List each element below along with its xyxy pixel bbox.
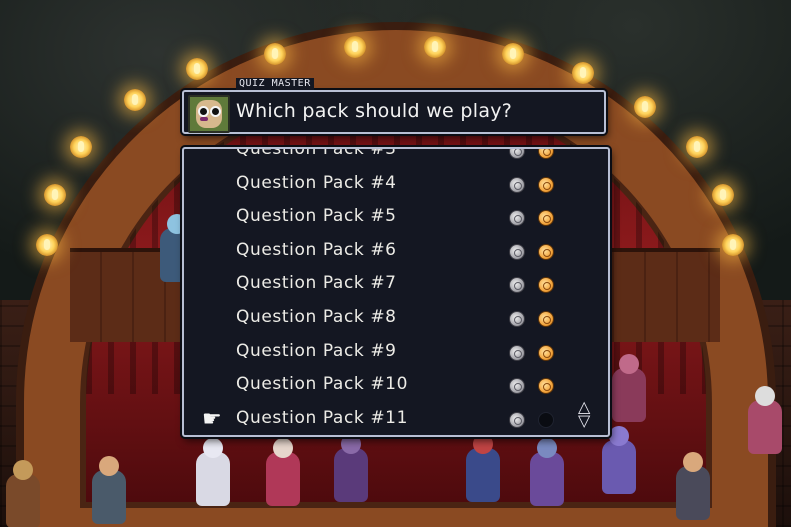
gold-medal-icon	[538, 176, 554, 193]
stage-bulb	[634, 96, 656, 118]
npc-audience	[334, 434, 368, 502]
pointing-hand-icon: ☛	[202, 407, 222, 432]
silver-medal-icon	[509, 378, 525, 395]
gold-medal-icon	[538, 310, 554, 327]
choice-label: Question Pack #11	[236, 407, 409, 428]
gold-medal-icon	[538, 277, 554, 294]
stage-bulb	[36, 234, 58, 256]
stage-bulb	[502, 43, 524, 65]
gold-medal-icon	[538, 344, 554, 361]
silver-medal-icon	[509, 411, 525, 428]
npc-audience	[6, 460, 40, 527]
portrait-eye	[210, 106, 221, 117]
npc-audience	[676, 452, 710, 520]
stage-bulb	[424, 36, 446, 58]
choice-label: Question Pack #9	[236, 340, 397, 361]
portrait-mouth	[200, 117, 208, 121]
choice-label: Question Pack #7	[236, 273, 397, 294]
empty-medal-slot-icon	[538, 411, 554, 428]
choice-list: Question Pack #3 Question Pack #4 Questi…	[184, 147, 608, 435]
silver-medal-icon	[509, 344, 525, 361]
silver-medal-icon	[509, 210, 525, 227]
npc-audience	[530, 438, 564, 506]
stage-bulb	[70, 136, 92, 158]
stage-bulb	[344, 36, 366, 58]
gold-medal-icon	[538, 149, 554, 159]
choice-item-selected[interactable]: Question Pack #11	[184, 403, 608, 435]
choice-label: Question Pack #6	[236, 239, 397, 260]
stage-bulb	[572, 62, 594, 84]
choice-label: Question Pack #4	[236, 172, 397, 193]
choice-item[interactable]: Question Pack #3	[184, 147, 608, 168]
choice-item[interactable]: Question Pack #10	[184, 369, 608, 403]
choice-label: Question Pack #10	[236, 374, 409, 395]
silver-medal-icon	[509, 310, 525, 327]
speaker-name: QUIZ MASTER	[236, 78, 314, 90]
silver-medal-icon	[509, 149, 525, 159]
choice-label: Question Pack #5	[236, 206, 397, 227]
npc-audience	[466, 434, 500, 502]
choice-label: Question Pack #8	[236, 306, 397, 327]
npc-audience	[92, 456, 126, 524]
quiz-master-portrait	[188, 95, 230, 133]
choice-label: Question Pack #3	[236, 147, 397, 159]
portrait-eye	[198, 106, 209, 117]
dialog-text: Which pack should we play?	[236, 100, 513, 122]
choice-item[interactable]: Question Pack #7	[184, 268, 608, 302]
scroll-arrows-icon[interactable]: △ ▽	[578, 399, 590, 429]
stage-bulb	[44, 184, 66, 206]
stage-bulb	[686, 136, 708, 158]
silver-medal-icon	[509, 243, 525, 260]
npc-audience	[266, 438, 300, 506]
npc-audience	[602, 426, 636, 494]
choice-menu: Question Pack #3 Question Pack #4 Questi…	[182, 147, 610, 437]
choice-item[interactable]: Question Pack #9	[184, 336, 608, 370]
gold-medal-icon	[538, 210, 554, 227]
silver-medal-icon	[509, 277, 525, 294]
npc-audience	[612, 354, 646, 422]
choice-item[interactable]: Question Pack #5	[184, 201, 608, 235]
stage-bulb	[186, 58, 208, 80]
stage-bulb	[264, 43, 286, 65]
stage-bulb	[722, 234, 744, 256]
silver-medal-icon	[509, 176, 525, 193]
stage-bulb	[124, 89, 146, 111]
gold-medal-icon	[538, 378, 554, 395]
choice-item[interactable]: Question Pack #4	[184, 168, 608, 202]
npc-audience	[748, 386, 782, 454]
stage-bulb	[712, 184, 734, 206]
npc-audience	[196, 438, 230, 506]
choice-item[interactable]: Question Pack #6	[184, 235, 608, 269]
choice-item[interactable]: Question Pack #8	[184, 302, 608, 336]
gold-medal-icon	[538, 243, 554, 260]
